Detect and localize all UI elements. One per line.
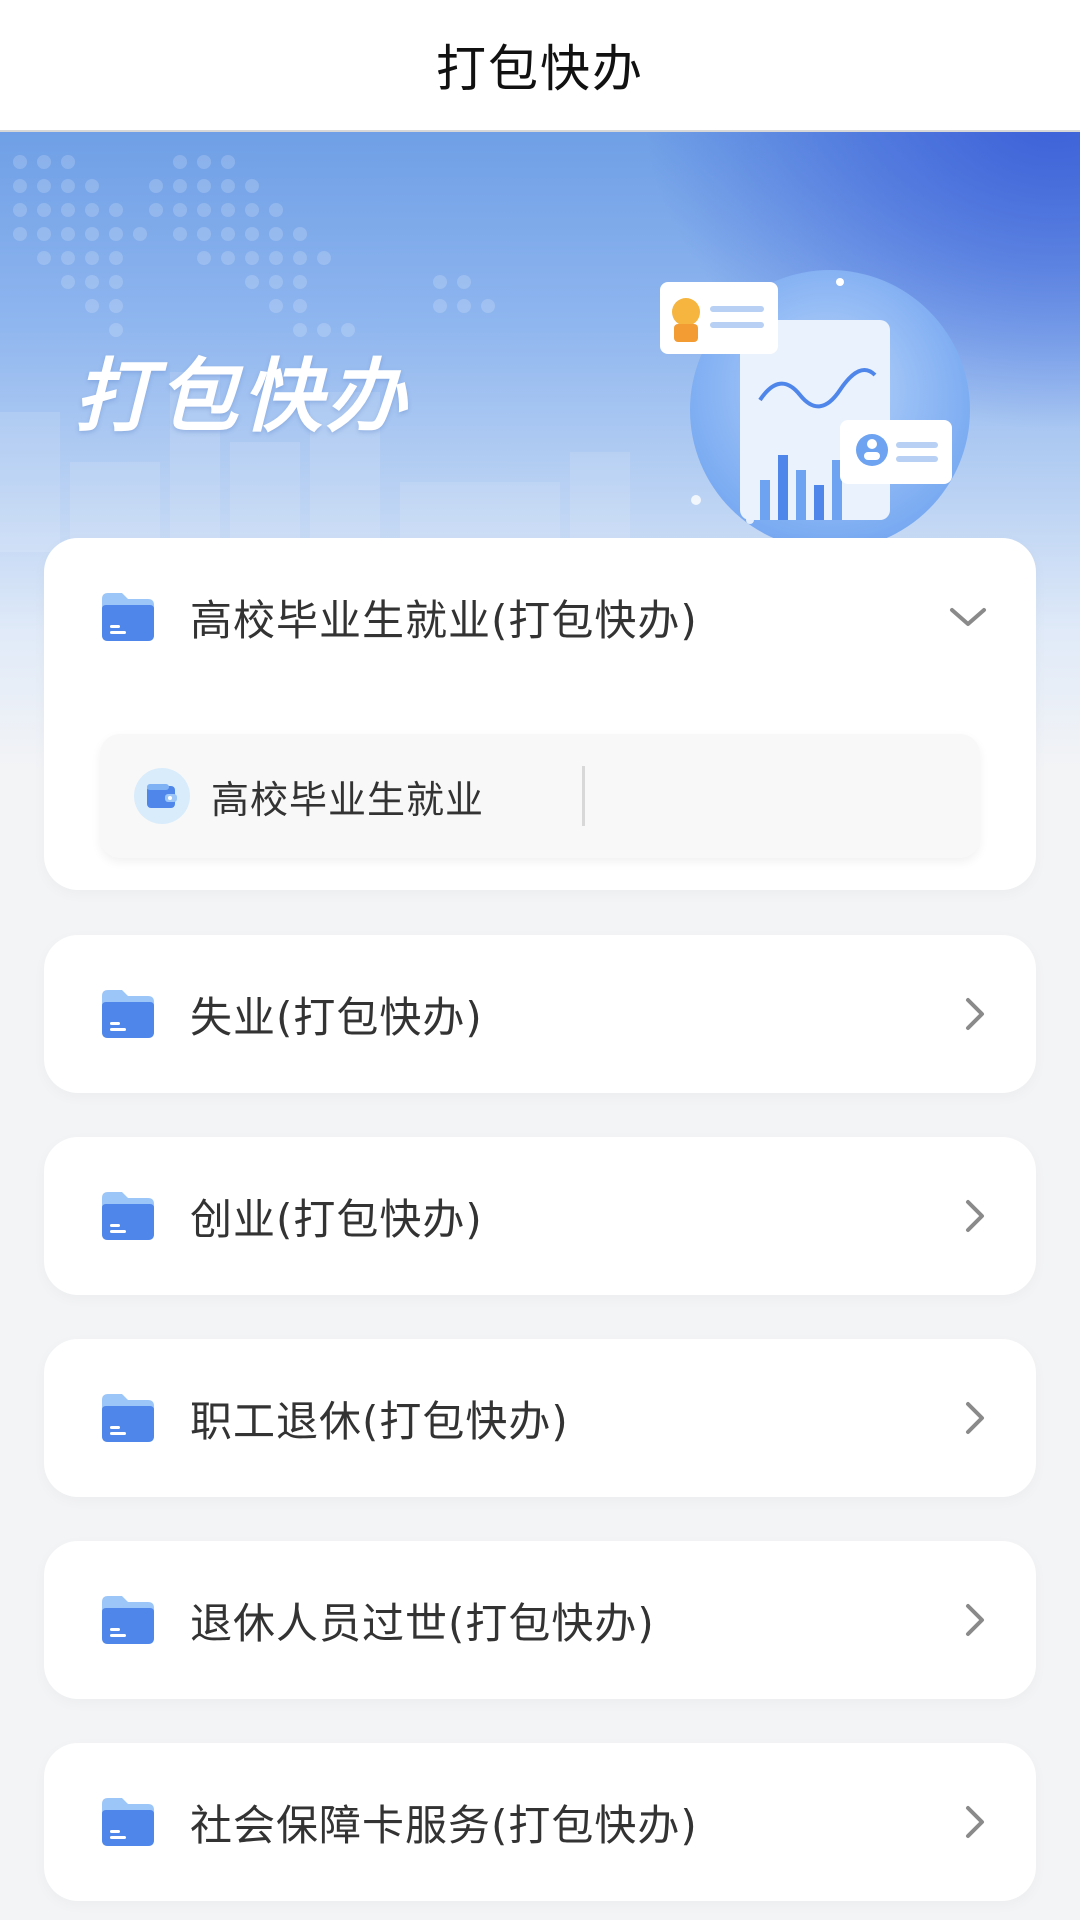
card-label: 创业(打包快办) — [190, 1194, 483, 1244]
folder-icon — [102, 1596, 154, 1644]
service-card-entrepreneurship[interactable]: 创业(打包快办) — [44, 1137, 1036, 1295]
page: 打包快办 打包快办 高校毕业生就业(打包快办) 高校毕业生就业 失业(打包快办)… — [0, 0, 1080, 1920]
card-label: 高校毕业生就业(打包快办) — [190, 595, 698, 645]
folder-icon — [102, 1192, 154, 1240]
card-header[interactable]: 高校毕业生就业(打包快办) — [44, 538, 1036, 696]
chevron-right-icon — [966, 1402, 984, 1434]
page-title: 打包快办 — [436, 40, 644, 98]
chevron-down-icon[interactable] — [946, 602, 990, 632]
chevron-right-icon — [966, 1604, 984, 1636]
folder-icon — [102, 593, 154, 641]
card-label: 退休人员过世(打包快办) — [190, 1598, 655, 1648]
card-label: 失业(打包快办) — [190, 992, 483, 1042]
chevron-right-icon — [966, 998, 984, 1030]
card-header[interactable]: 创业(打包快办) — [44, 1137, 1036, 1295]
card-header[interactable]: 社会保障卡服务(打包快办) — [44, 1743, 1036, 1901]
sub-item-label: 高校毕业生就业 — [211, 777, 485, 822]
service-card-retiree-death[interactable]: 退休人员过世(打包快办) — [44, 1541, 1036, 1699]
service-card-graduate-employment: 高校毕业生就业(打包快办) 高校毕业生就业 — [44, 538, 1036, 890]
folder-icon — [102, 1394, 154, 1442]
service-card-unemployment[interactable]: 失业(打包快办) — [44, 935, 1036, 1093]
data-dashboard-illustration — [660, 270, 970, 550]
service-card-employee-retirement[interactable]: 职工退休(打包快办) — [44, 1339, 1036, 1497]
chevron-right-icon — [966, 1200, 984, 1232]
folder-icon — [102, 1798, 154, 1846]
card-label: 职工退休(打包快办) — [190, 1396, 569, 1446]
chevron-right-icon — [966, 1806, 984, 1838]
divider — [582, 766, 585, 826]
service-card-social-security-card[interactable]: 社会保障卡服务(打包快办) — [44, 1743, 1036, 1901]
card-label: 社会保障卡服务(打包快办) — [190, 1800, 698, 1850]
card-header[interactable]: 退休人员过世(打包快办) — [44, 1541, 1036, 1699]
card-header[interactable]: 失业(打包快办) — [44, 935, 1036, 1093]
card-header[interactable]: 职工退休(打包快办) — [44, 1339, 1036, 1497]
sub-item-graduate-employment[interactable]: 高校毕业生就业 — [100, 734, 980, 858]
wallet-icon — [134, 768, 190, 824]
banner-title: 打包快办 — [74, 350, 410, 443]
top-navigation-bar: 打包快办 — [0, 0, 1080, 132]
folder-icon — [102, 990, 154, 1038]
